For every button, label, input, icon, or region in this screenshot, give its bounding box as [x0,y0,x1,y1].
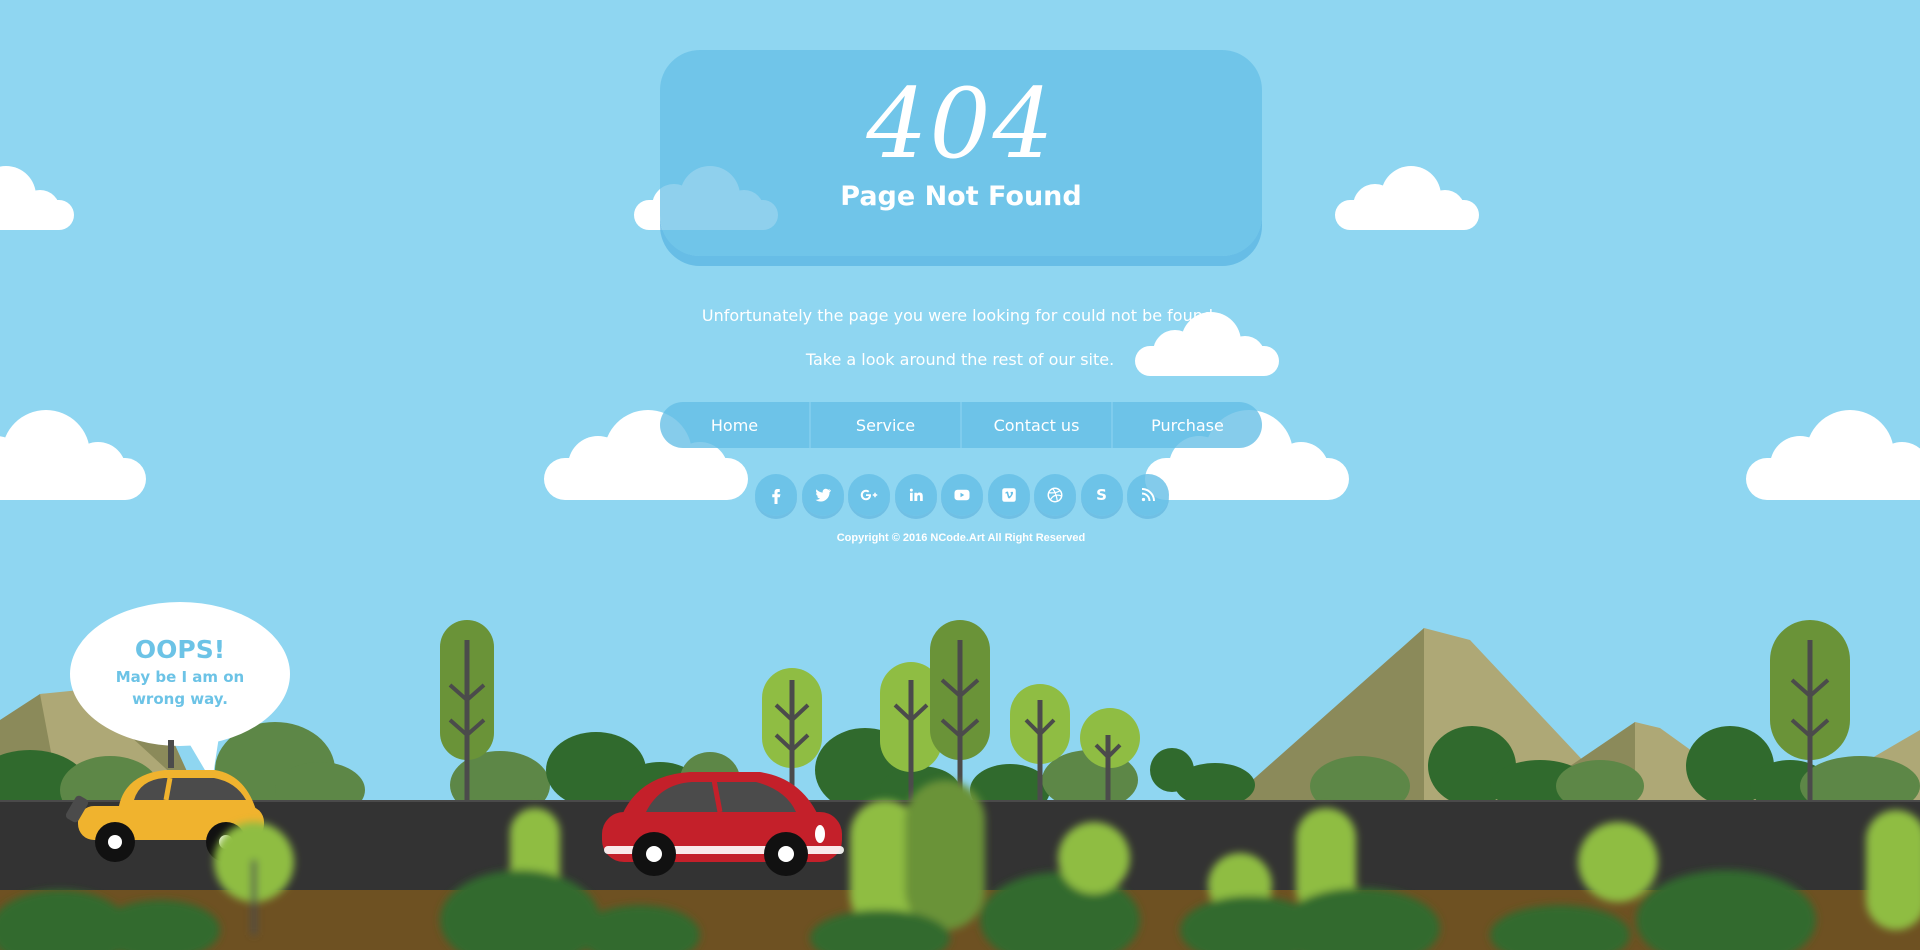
nav-item-home[interactable]: Home [660,402,809,448]
page-title: Page Not Found [840,181,1082,212]
nav-item-contact-us[interactable]: Contact us [960,402,1111,448]
copyright-text: Copyright © 2016 NCode.Art All Right Res… [836,532,1086,544]
nav-item-purchase[interactable]: Purchase [1111,402,1262,448]
twitter-icon[interactable] [801,474,844,516]
google-plus-icon[interactable] [848,474,890,516]
cloud [0,410,146,500]
bubble-title: OOPS! [134,635,226,664]
speech-bubble-text: OOPS! May be I am on wrong way. [70,634,290,710]
cloud [1335,166,1479,230]
facebook-icon[interactable] [755,474,797,516]
rss-icon[interactable] [1127,474,1169,516]
nav-bar: Home Service Contact us Purchase [660,402,1262,448]
cloud [0,166,74,230]
bubble-line: May be I am on [115,668,245,686]
skype-icon[interactable]: S [1080,474,1123,516]
dribbble-icon[interactable] [1034,474,1076,516]
error-message: Unfortunately the page you were looking … [701,306,1219,325]
error-panel: 404 Page Not Found [660,50,1262,256]
bubble-line: wrong way. [132,690,228,708]
linkedin-icon[interactable] [894,474,937,516]
suggestion-message: Take a look around the rest of our site. [805,350,1115,369]
error-code: 404 [866,68,1056,180]
nav-item-service[interactable]: Service [809,402,960,448]
cloud [1746,410,1920,500]
vimeo-icon[interactable] [987,474,1030,516]
social-links: S [755,474,1169,520]
youtube-icon[interactable] [941,474,983,516]
